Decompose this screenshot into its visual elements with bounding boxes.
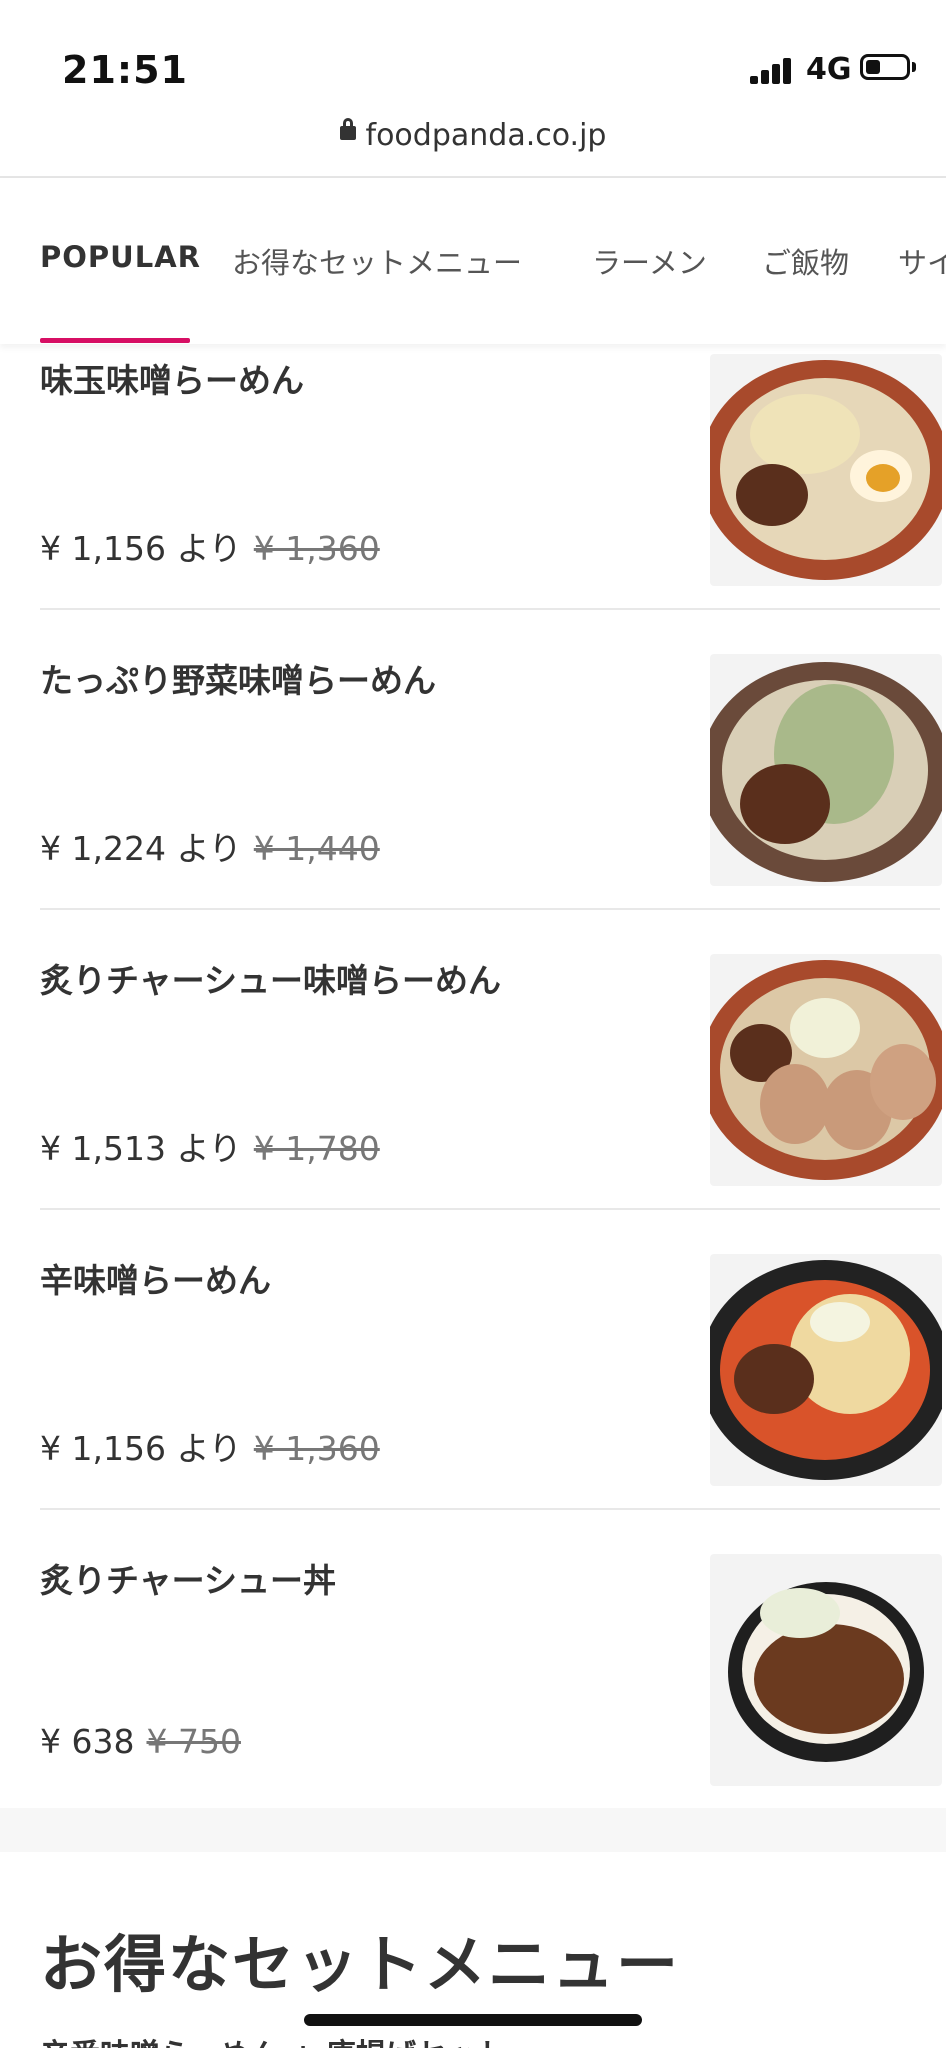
home-indicator[interactable] — [304, 2014, 642, 2026]
original-price: ¥ 1,440 — [253, 829, 380, 868]
current-price: ¥ 638 — [40, 1722, 135, 1761]
url-domain[interactable]: foodpanda.co.jp — [366, 118, 607, 153]
original-price: ¥ 750 — [146, 1722, 241, 1761]
divider — [40, 1508, 940, 1510]
next-item-name[interactable]: 辛番味噌らーめん + 唐揚げセット — [40, 2030, 506, 2048]
menu-item[interactable]: 辛味噌らーめん ¥ 1,156 より ¥ 1,360 — [40, 1240, 946, 1510]
original-price: ¥ 1,360 — [253, 529, 380, 568]
network-type: 4G — [806, 52, 852, 87]
original-price: ¥ 1,780 — [253, 1129, 380, 1168]
section-gap — [0, 1808, 946, 1852]
menu-item[interactable]: 炙りチャーシュー丼 ¥ 638 ¥ 750 — [40, 1540, 946, 1810]
original-price: ¥ 1,360 — [253, 1429, 380, 1468]
status-bar: 21:51 4G — [0, 0, 946, 120]
tab-ramen[interactable]: ラーメン — [592, 240, 707, 282]
item-name: 辛味噌らーめん — [40, 1261, 271, 1300]
current-price: ¥ 1,513 より — [40, 1129, 242, 1168]
tab-rice[interactable]: ご飯物 — [762, 240, 849, 282]
item-image — [710, 1254, 942, 1486]
item-price: ¥ 1,513 より ¥ 1,780 — [40, 1122, 380, 1170]
item-price: ¥ 638 ¥ 750 — [40, 1722, 241, 1761]
menu-item[interactable]: たっぷり野菜味噌らーめん ¥ 1,224 より ¥ 1,440 — [40, 640, 946, 910]
item-image — [710, 354, 942, 586]
section-title: お得なセットメニュー — [40, 1928, 681, 2001]
item-image — [710, 1554, 942, 1786]
item-name: たっぷり野菜味噌らーめん — [40, 661, 436, 700]
item-name: 炙りチャーシュー丼 — [40, 1561, 337, 1600]
item-price: ¥ 1,224 より ¥ 1,440 — [40, 822, 380, 870]
tab-popular[interactable]: POPULAR — [40, 240, 201, 274]
page: 21:51 4G foodpanda.co.jp POPULAR お得なセットメ… — [0, 0, 946, 2048]
tab-side[interactable]: サイ — [898, 240, 946, 282]
url-bar[interactable]: foodpanda.co.jp — [0, 117, 946, 176]
status-time: 21:51 — [62, 48, 188, 92]
battery-low-icon — [860, 54, 910, 80]
current-price: ¥ 1,156 より — [40, 1429, 242, 1468]
lock-icon — [339, 117, 356, 140]
menu-item[interactable]: 味玉味噌らーめん ¥ 1,156 より ¥ 1,360 — [40, 340, 946, 610]
item-name: 味玉味噌らーめん — [40, 361, 304, 400]
item-image — [710, 654, 942, 886]
item-name: 炙りチャーシュー味噌らーめん — [40, 961, 502, 1000]
divider — [40, 1208, 940, 1210]
active-tab-indicator — [40, 338, 190, 343]
battery-tip — [912, 62, 916, 72]
item-price: ¥ 1,156 より ¥ 1,360 — [40, 522, 380, 570]
category-tabs: POPULAR お得なセットメニュー ラーメン ご飯物 サイ — [0, 178, 946, 344]
signal-bars-icon — [750, 56, 794, 84]
divider — [40, 608, 940, 610]
divider — [40, 908, 940, 910]
item-price: ¥ 1,156 より ¥ 1,360 — [40, 1422, 380, 1470]
current-price: ¥ 1,224 より — [40, 829, 242, 868]
item-image — [710, 954, 942, 1186]
menu-item[interactable]: 炙りチャーシュー味噌らーめん ¥ 1,513 より ¥ 1,780 — [40, 940, 946, 1210]
current-price: ¥ 1,156 より — [40, 529, 242, 568]
tab-set-menu[interactable]: お得なセットメニュー — [232, 240, 522, 282]
